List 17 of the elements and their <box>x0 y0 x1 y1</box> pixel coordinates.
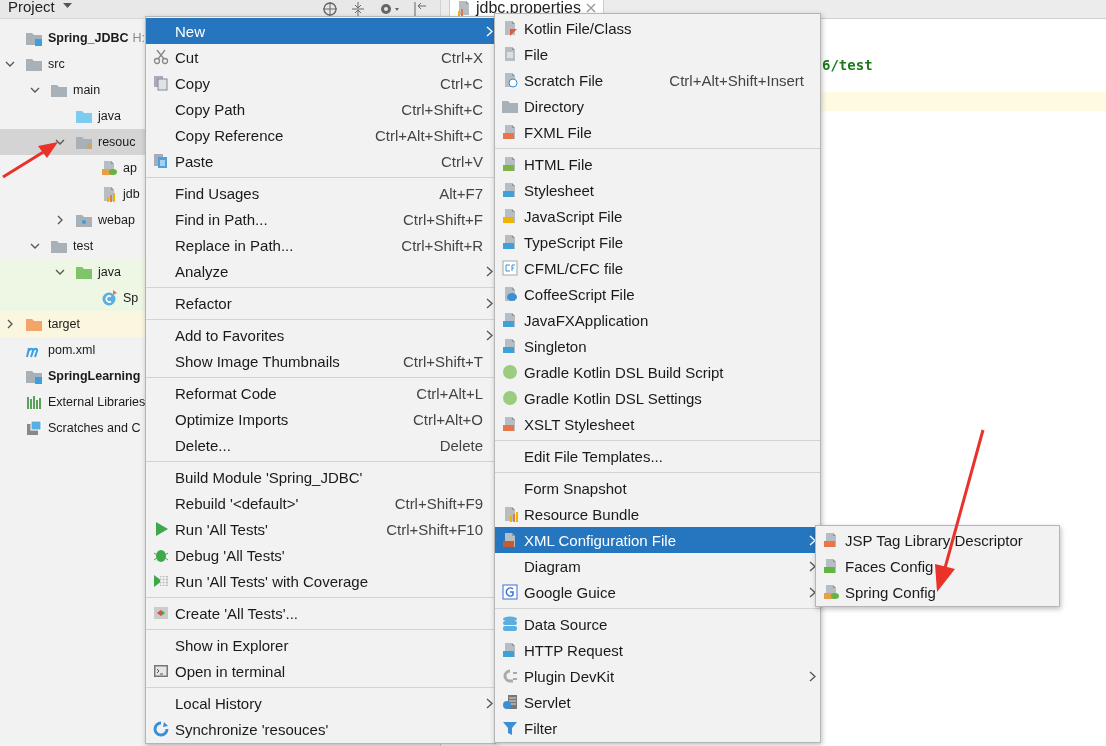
shortcut-text: Alt+F7 <box>439 184 483 202</box>
shortcut-text: Delete <box>439 436 483 454</box>
path-text: H: <box>132 31 146 45</box>
shortcut-text: Ctrl+C <box>440 74 483 92</box>
shortcut-text: Ctrl+Alt+L <box>416 384 483 402</box>
shortcut-text: Ctrl+Shift+F10 <box>386 520 483 538</box>
shortcut-text: Ctrl+Alt+Shift+Insert <box>669 71 804 89</box>
shortcut-text: Ctrl+Shift+C <box>401 100 483 118</box>
shortcut-text: Ctrl+V <box>440 152 483 170</box>
shortcut-text: Ctrl+Alt+Shift+C <box>375 126 483 144</box>
shortcut-text: Ctrl+Shift+F <box>402 210 483 228</box>
code-text: 6/test <box>822 57 873 73</box>
shortcut-text: Ctrl+Shift+F9 <box>394 494 483 512</box>
shortcut-text: Ctrl+X <box>440 48 483 66</box>
shortcut-text: Ctrl+Shift+T <box>402 352 483 370</box>
shortcut-text: Ctrl+Alt+O <box>412 410 483 428</box>
shortcut-text: Ctrl+Shift+R <box>401 236 483 254</box>
